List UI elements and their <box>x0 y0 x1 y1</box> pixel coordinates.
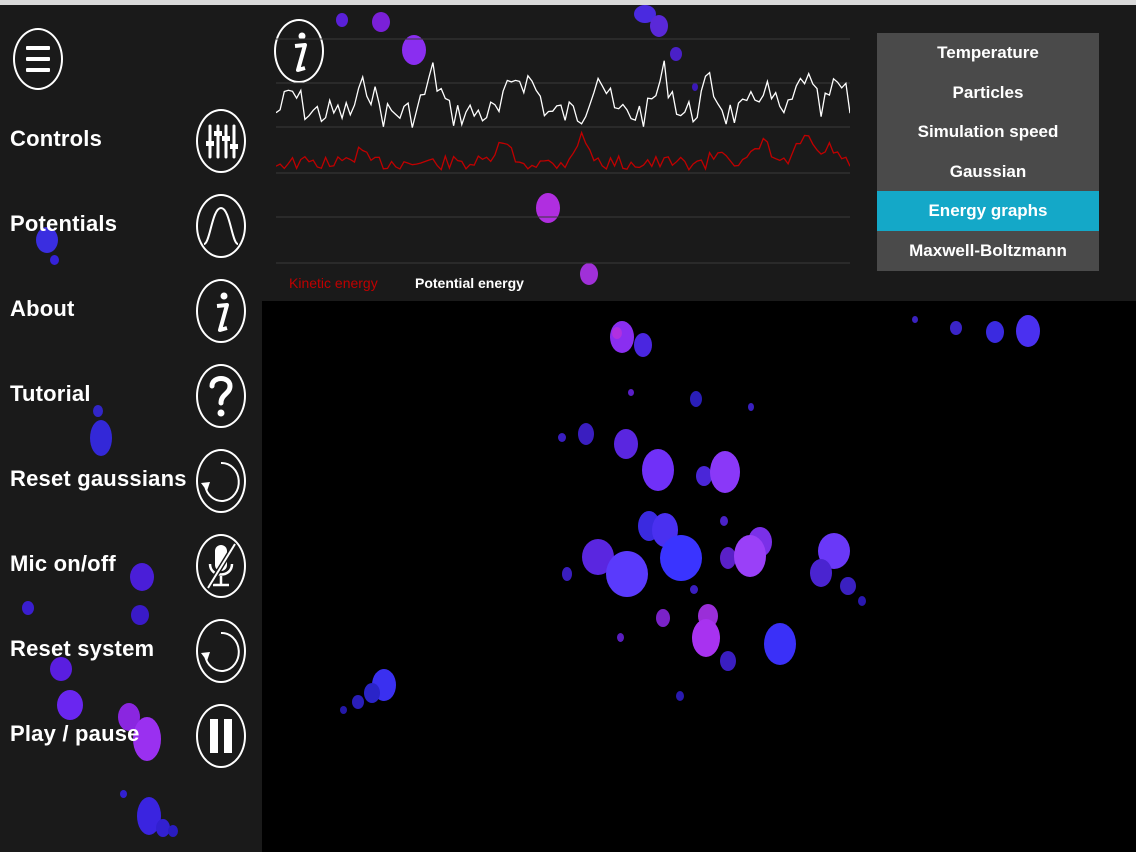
wave-icon[interactable] <box>196 194 246 258</box>
particle <box>120 790 127 798</box>
sidebar-item-play-pause[interactable]: Play / pause <box>0 700 262 784</box>
question-icon[interactable] <box>196 364 246 428</box>
particle <box>710 451 740 493</box>
sidebar-item-label: Potentials <box>10 211 118 236</box>
particle <box>1016 315 1040 347</box>
menu-item-temperature[interactable]: Temperature <box>877 33 1099 73</box>
particle <box>690 391 702 407</box>
sidebar-item-potentials[interactable]: Potentials <box>0 190 262 274</box>
particle <box>614 429 638 459</box>
sidebar-item-tutorial[interactable]: Tutorial <box>0 360 262 444</box>
potential-energy-series <box>276 60 850 128</box>
hamburger-menu-button[interactable] <box>13 28 63 90</box>
particle <box>628 389 634 396</box>
particle <box>612 327 622 339</box>
particle <box>676 691 684 701</box>
sidebar-item-reset-system[interactable]: Reset system <box>0 615 262 699</box>
menu-item-particles[interactable]: Particles <box>877 73 1099 113</box>
particle <box>336 13 348 27</box>
mic-off-icon[interactable] <box>196 534 246 598</box>
particle <box>578 423 594 445</box>
particle <box>690 585 698 594</box>
sidebar-item-controls[interactable]: Controls <box>0 105 262 189</box>
particle <box>840 577 856 595</box>
sidebar-item-reset-gaussians[interactable]: Reset gaussians <box>0 445 262 529</box>
hamburger-icon <box>26 46 50 50</box>
particle <box>372 12 390 32</box>
particle <box>352 695 364 709</box>
particle <box>858 596 866 606</box>
particle <box>606 551 648 597</box>
energy-graph-panel: Kinetic energy Potential energy Temperat… <box>262 5 1136 301</box>
particle <box>720 651 736 671</box>
reset-icon[interactable] <box>196 449 246 513</box>
sidebar-item-about[interactable]: About <box>0 275 262 359</box>
sidebar: Controls Potentials About Tutorial Reset… <box>0 5 262 852</box>
particle <box>558 433 566 442</box>
sidebar-item-label: About <box>10 296 75 321</box>
particle <box>562 567 572 581</box>
particle <box>642 449 674 491</box>
particle <box>950 321 962 335</box>
particle <box>810 559 832 587</box>
graph-gridlines <box>276 38 850 264</box>
simulation-canvas[interactable] <box>262 301 1136 852</box>
sidebar-item-label: Controls <box>10 126 103 151</box>
particle <box>656 609 670 627</box>
menu-item-maxwell-boltzmann[interactable]: Maxwell-Boltzmann <box>877 231 1099 271</box>
sidebar-item-label: Play / pause <box>10 721 140 746</box>
legend-potential-energy: Potential energy <box>415 275 524 291</box>
info-icon[interactable] <box>196 279 246 343</box>
menu-item-simulation-speed[interactable]: Simulation speed <box>877 112 1099 152</box>
reset-icon[interactable] <box>196 619 246 683</box>
particle <box>912 316 918 323</box>
particle <box>748 403 754 411</box>
particle <box>692 619 720 657</box>
legend-kinetic-energy: Kinetic energy <box>289 275 378 291</box>
sidebar-item-label: Mic on/off <box>10 551 116 576</box>
particle <box>634 333 652 357</box>
menu-item-gaussian[interactable]: Gaussian <box>877 152 1099 192</box>
sidebar-item-mic[interactable]: Mic on/off <box>0 530 262 614</box>
particle <box>617 633 624 642</box>
particle <box>340 706 347 714</box>
sidebar-item-label: Reset gaussians <box>10 466 187 491</box>
particle <box>720 516 728 526</box>
kinetic-energy-series <box>276 130 850 172</box>
sliders-icon[interactable] <box>196 109 246 173</box>
particle <box>764 623 796 665</box>
pause-icon[interactable] <box>196 704 246 768</box>
graph-menu: Temperature Particles Simulation speed G… <box>877 33 1099 271</box>
menu-item-energy-graphs[interactable]: Energy graphs <box>877 191 1099 231</box>
sidebar-item-label: Tutorial <box>10 381 91 406</box>
sidebar-item-label: Reset system <box>10 636 155 661</box>
particle <box>168 825 178 837</box>
particle <box>660 535 702 581</box>
particle <box>650 15 668 37</box>
energy-graph <box>276 38 850 264</box>
particle <box>734 535 766 577</box>
particle <box>986 321 1004 343</box>
particle <box>364 683 380 703</box>
